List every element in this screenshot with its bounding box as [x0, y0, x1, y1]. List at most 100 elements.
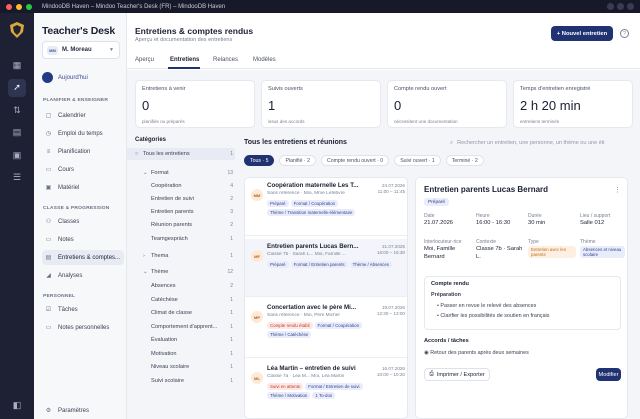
field-label: Durée: [528, 213, 542, 219]
report-title: Compte rendu: [431, 281, 469, 287]
meeting-time: 12:30 – 13:00: [376, 311, 405, 316]
export-button[interactable]: ⎙ Imprimer / Exporter: [424, 368, 490, 381]
category-row[interactable]: Niveau scolaire 1: [127, 361, 235, 373]
sidebar-item-settings[interactable]: ⚙ Paramètres: [42, 403, 124, 418]
page-title: Entretiens & comptes rendus: [135, 26, 254, 36]
tab-templates[interactable]: Modèles: [253, 57, 276, 63]
minimize-window-button[interactable]: [16, 3, 22, 10]
maximize-window-button[interactable]: [26, 3, 32, 10]
agreement-item[interactable]: ◉ Retour des parents après deux semaines: [424, 350, 529, 356]
category-row[interactable]: Climat de classe 1: [127, 307, 235, 319]
tag: Préparé: [267, 200, 289, 207]
page-subtitle: Aperçu et documentation des entretiens: [135, 37, 233, 43]
category-row[interactable]: Entretien de suivi 2: [127, 193, 235, 205]
category-label: Entretien parents: [151, 209, 194, 215]
category-count: 1: [230, 297, 233, 303]
category-row[interactable]: ○ Tous les entretiens 1: [127, 148, 235, 160]
sidebar-item-planning[interactable]: ≡ Planification: [42, 144, 124, 159]
category-row[interactable]: Comportement d'apprent... 1: [127, 321, 235, 333]
category-row[interactable]: ⌄ Thème 12: [127, 266, 235, 278]
search-placeholder: Rechercher un entretien, une personne, u…: [457, 140, 605, 146]
filter-followup-open[interactable]: Suivi ouvert · 1: [394, 155, 441, 166]
category-label: Coopération: [151, 183, 182, 189]
tab-follow-ups[interactable]: Relances: [213, 57, 238, 63]
field-label: Heure: [476, 213, 490, 219]
sort-arrows-icon[interactable]: ⇅: [8, 101, 26, 119]
meeting-card[interactable]: MM Coopération maternelle Les T... Sans ré…: [245, 178, 407, 236]
category-row[interactable]: Teamgespräch 1: [127, 233, 235, 245]
filter-planned[interactable]: Planifié · 2: [279, 155, 316, 166]
meeting-time: 11:00 – 11:45: [377, 189, 405, 194]
today-link[interactable]: Aujourd'hui: [42, 72, 88, 83]
sidebar-item-materials[interactable]: ▣ Matériel: [42, 180, 124, 195]
category-row[interactable]: Réunion parents 2: [127, 219, 235, 231]
meeting-time: 10:00 – 10:20: [376, 372, 405, 377]
sidebar-item-timetable[interactable]: ◷ Emploi du temps: [42, 126, 124, 141]
more-options-icon[interactable]: ⋮: [614, 186, 621, 194]
rocket-icon[interactable]: ➚: [8, 78, 26, 97]
stat-value: 0: [142, 98, 150, 113]
meeting-detail: Entretien parents Lucas Bernard Préparé …: [415, 177, 628, 419]
sidebar-item-tasks[interactable]: ☑ Tâches: [42, 302, 124, 317]
category-label: Thème: [151, 269, 169, 275]
meeting-title: Concertation avec le père Mi...: [267, 304, 357, 311]
field-value: Salle 012: [580, 220, 605, 226]
new-meeting-button[interactable]: + Nouvel entretien: [551, 26, 613, 41]
meeting-card[interactable]: MP Concertation avec le père Mi... Sans ré…: [245, 300, 407, 358]
category-row[interactable]: Entretien parents 3: [127, 206, 235, 218]
sidebar-item-label: Entretiens & comptes...: [58, 254, 121, 261]
stat-value: 2 h 20 min: [520, 98, 581, 113]
filter-done[interactable]: Terminé · 2: [445, 155, 484, 166]
tab-overview[interactable]: Aperçu: [135, 57, 154, 63]
sidebar-item-classes[interactable]: ⚇ Classes: [42, 214, 124, 229]
search-input[interactable]: ⌕ Rechercher un entretien, une personne,…: [450, 137, 630, 149]
category-row[interactable]: Catéchèse 1: [127, 294, 235, 306]
sidebar-item-personal-notes[interactable]: ▭ Notes personnelles: [42, 320, 124, 335]
category-row[interactable]: Motivation 1: [127, 348, 235, 360]
category-row[interactable]: ⌄ Format 13: [127, 167, 235, 179]
category-label: Comportement d'apprent...: [151, 324, 218, 330]
sidebar-item-label: Analyses: [58, 272, 83, 279]
calendar-icon[interactable]: ▤: [8, 124, 26, 142]
window-title: MindooDB Haven – Mindoo Teacher's Desk (…: [42, 3, 226, 10]
sidebar-item-grades[interactable]: ▭ Notes: [42, 232, 124, 247]
sidebar-item-calendar[interactable]: ▢ Calendrier: [42, 108, 124, 123]
sidebar-toggle-icon[interactable]: ◧: [13, 400, 22, 411]
sidebar-item-analytics[interactable]: ◢ Analyses: [42, 268, 124, 283]
section-personal: PERSONNEL: [43, 294, 76, 299]
tag: Suivi en attente: [267, 383, 304, 390]
section-plan: PLANIFIER & ENSEIGNER: [43, 98, 109, 103]
main-panel: Entretiens & comptes rendus Aperçu et do…: [127, 13, 640, 419]
category-label: Catéchèse: [151, 297, 178, 303]
user-switcher[interactable]: MM M. Moreau ▼: [42, 41, 120, 59]
agreement-text: Retour des parents après deux semaines: [430, 350, 529, 356]
sidebar: Teacher's Desk MM M. Moreau ▼ Aujourd'hu…: [34, 13, 127, 419]
meeting-card[interactable]: MF Entretien parents Lucas Bern... Classe …: [245, 239, 407, 297]
close-window-button[interactable]: [6, 3, 12, 10]
edit-button[interactable]: Modifier: [596, 368, 621, 381]
box-icon: ▣: [45, 185, 52, 191]
meeting-card[interactable]: ML Léa Martin – entretien de suivi Classe …: [245, 361, 407, 418]
dashboard-icon[interactable]: ▦: [8, 56, 26, 74]
window-control-icon[interactable]: [617, 3, 624, 10]
category-row[interactable]: Évaluation 1: [127, 334, 235, 346]
stat-sub: planifiés ou préparés: [142, 119, 185, 124]
sidebar-item-label: Cours: [58, 166, 75, 173]
filter-all[interactable]: Tous · 5: [244, 155, 275, 166]
category-row[interactable]: › Thema 1: [127, 250, 235, 262]
category-row[interactable]: Suivi scolaire 1: [127, 375, 235, 387]
window-control-icon[interactable]: [627, 3, 634, 10]
filter-report-open[interactable]: Compte rendu ouvert · 0: [320, 155, 390, 166]
window-control-icon[interactable]: [607, 3, 614, 10]
tag: Thème / Transition maternelle-élémentair…: [267, 209, 356, 216]
sidebar-item-meetings[interactable]: ▤ Entretiens & comptes...: [42, 250, 124, 265]
category-row[interactable]: Coopération 4: [127, 180, 235, 192]
help-icon[interactable]: ?: [620, 29, 629, 38]
category-row[interactable]: Absences 2: [127, 280, 235, 292]
sliders-icon[interactable]: ☰: [8, 169, 26, 187]
category-label: Absences: [151, 283, 176, 289]
tab-meetings[interactable]: Entretiens: [170, 57, 199, 63]
folder-icon[interactable]: ▣: [8, 146, 26, 164]
sidebar-item-courses[interactable]: ▭ Cours: [42, 162, 124, 177]
people-icon: ⚇: [45, 219, 52, 225]
